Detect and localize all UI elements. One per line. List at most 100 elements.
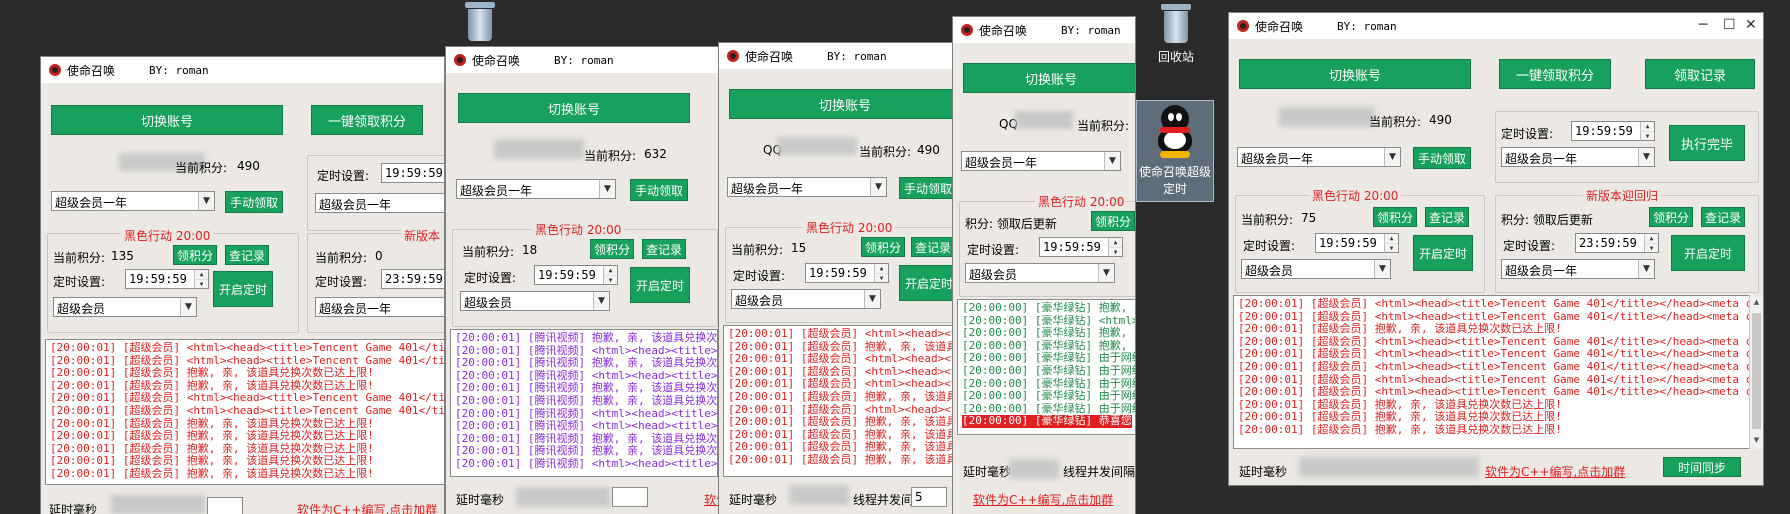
member-select[interactable]: 超级会员 ▼ — [731, 289, 881, 309]
switch-account-button[interactable]: 切换账号 — [51, 105, 283, 135]
member-select-2[interactable]: 超级会员一年 — [315, 193, 444, 213]
member-select[interactable]: 超级会员一年 ▼ — [1501, 147, 1655, 167]
member-select[interactable]: 超级会员 ▼ — [1241, 259, 1391, 279]
time-sync-button[interactable]: 时间同步 — [1663, 457, 1741, 477]
join-group-link[interactable]: 软件为C++编写,点击加群 — [297, 501, 437, 514]
timer-time-input[interactable]: 23:59:59 ▲ ▼ — [1575, 233, 1659, 253]
member-select[interactable]: 超级会员 ▼ — [460, 291, 610, 311]
start-timer-button[interactable]: 开启定时 — [213, 271, 273, 307]
claim-points-button[interactable]: 领积分 — [861, 237, 905, 257]
close-icon[interactable]: ✕ — [1745, 17, 1757, 33]
delay-label: 延时毫秒 — [729, 493, 778, 507]
timer-label: 定时设置: — [53, 275, 106, 289]
scroll-thumb[interactable] — [1752, 313, 1761, 429]
author-label: BY: roman — [827, 49, 887, 63]
timer-time-input[interactable]: 19:59:59 ▲ ▼ — [805, 263, 889, 283]
title-bar[interactable]: 使命召唤 BY: roman — [446, 47, 719, 73]
timer-label: 定时设置: — [1503, 239, 1556, 253]
log-panel[interactable]: [20:00:01] [超级会员] <html><head><title>Ten… — [723, 325, 953, 477]
scroll-up-icon[interactable]: ▲ — [1750, 295, 1763, 309]
claim-points-button[interactable]: 领积分 — [1373, 207, 1417, 227]
start-timer-button[interactable]: 开启定时 — [1671, 235, 1745, 271]
one-click-claim-button[interactable]: 一键领取积分 — [311, 105, 423, 135]
points-after-label: 积分: 领取后更新 — [1501, 213, 1593, 227]
member-select[interactable]: 超级会员一年 ▼ — [51, 191, 215, 211]
member-select[interactable]: 超级会员一年 ▼ — [1237, 147, 1401, 167]
qq-number-redacted — [777, 137, 857, 155]
black-action-title: 黑色行动 20:00 — [532, 221, 625, 238]
log-panel[interactable]: [20:00:01] [超级会员] <html><head><title>Ten… — [45, 339, 445, 485]
member-select[interactable]: 超级会员一年 ▼ — [727, 177, 887, 197]
switch-account-button[interactable]: 切换账号 — [963, 63, 1135, 93]
manual-claim-button[interactable]: 手动领取 — [225, 191, 283, 213]
check-records-button[interactable]: 查记录 — [1701, 207, 1745, 227]
member-select-3[interactable]: 超级会员一年 — [315, 297, 444, 317]
shortcut-label: 使命召唤超级定时 — [1139, 165, 1212, 196]
timer-time-input[interactable]: 19:59:59 ▲ ▼ — [1571, 121, 1655, 141]
timer-time-input[interactable]: 23:59:59 — [381, 269, 444, 289]
black-action-title: 黑色行动 20:00 — [1309, 187, 1402, 204]
points-label: 当前积分: — [1241, 213, 1294, 227]
switch-account-button[interactable]: 切换账号 — [458, 93, 690, 123]
manual-claim-button[interactable]: 手动领取 — [899, 177, 953, 199]
member-select[interactable]: 超级会员一年 ▼ — [1501, 259, 1655, 279]
timer-time-input[interactable]: 19:59:59 — [381, 163, 444, 183]
start-timer-button[interactable]: 开启定时 — [630, 267, 690, 303]
maximize-icon[interactable]: ☐ — [1723, 17, 1736, 33]
points-value: 490 — [1429, 113, 1452, 127]
start-timer-button[interactable]: 开启定时 — [899, 265, 953, 301]
recycle-bin-icon-2[interactable]: 回收站 — [1136, 2, 1216, 65]
delay-label: 延时毫秒 — [49, 503, 98, 514]
member-select[interactable]: 超级会员一年 ▼ — [961, 151, 1121, 171]
check-records-button[interactable]: 查记录 — [225, 245, 269, 265]
timer-time-input[interactable]: 19:59:59 ▲ ▼ — [534, 265, 618, 285]
check-records-button[interactable]: 查记录 — [911, 237, 953, 257]
start-timer-button[interactable]: 开启定时 — [1413, 235, 1473, 271]
title-bar[interactable]: 使命召唤 BY: roman ─ ☐ ✕ — [1229, 13, 1763, 39]
log-line: [20:00:00] [豪华绿钻] 抱歉, 亲, 该道具兑换次数已达上限! — [962, 326, 1135, 340]
member-select[interactable]: 超级会员 ▼ — [965, 263, 1115, 283]
one-click-claim-button[interactable]: 一键领取积分 — [1499, 59, 1611, 89]
chevron-down-icon: ▼ — [1098, 264, 1114, 282]
timer-time-input[interactable]: 19:59:59 ▲ ▼ — [1315, 233, 1399, 253]
scroll-down-icon[interactable]: ▼ — [1750, 433, 1763, 447]
member-select[interactable]: 超级会员 ▼ — [53, 297, 197, 317]
log-line: [20:00:01] [超级会员] 抱歉, 亲, 该道具兑换次数已达上限! — [50, 366, 374, 380]
title-bar[interactable]: 使命召唤 BY: roman — [719, 43, 953, 69]
switch-account-button[interactable]: 切换账号 — [1239, 59, 1471, 89]
thread-input[interactable]: 5 — [911, 487, 947, 507]
check-records-button[interactable]: 查记录 — [642, 239, 686, 259]
delay-field-redacted — [1009, 459, 1059, 479]
app-logo-icon — [961, 24, 973, 36]
join-group-link[interactable]: 软件为C++编写,点击加群 — [973, 491, 1113, 508]
black-action-title: 黑色行动 20:00 — [121, 227, 214, 244]
claim-points-button[interactable]: 领积分 — [590, 239, 634, 259]
minimize-icon[interactable]: ─ — [1699, 17, 1707, 33]
timer-time-input[interactable]: 19:59:59 ▲ ▼ — [1039, 237, 1123, 257]
log-scrollbar[interactable]: ▲ ▼ — [1749, 295, 1763, 449]
delay-input[interactable] — [612, 487, 648, 507]
log-line: [20:00:00] [豪华绿钻] 恭喜您获得 — [962, 414, 1136, 428]
log-panel[interactable]: [20:00:00] [豪华绿钻] 抱歉, 亲, 该道具兑换次数已达上限! [20… — [957, 299, 1136, 435]
manual-claim-button[interactable]: 手动领取 — [1413, 147, 1471, 169]
timer-done-button[interactable]: 执行完毕 — [1669, 125, 1745, 161]
member-select[interactable]: 超级会员一年 ▼ — [456, 179, 616, 199]
switch-account-button[interactable]: 切换账号 — [729, 89, 953, 119]
title-bar[interactable]: 使命召唤 BY: roman — [953, 17, 1135, 43]
claim-points-button[interactable]: 领积分 — [1649, 207, 1693, 227]
manual-claim-button[interactable]: 手动领取 — [630, 179, 688, 201]
claim-points-button[interactable]: 领积分 — [1091, 211, 1135, 231]
log-panel[interactable]: [20:00:01] [超级会员] <html><head><title>Ten… — [1233, 295, 1751, 449]
points-value: 0 — [375, 249, 383, 263]
log-line: [20:00:01] [超级会员] <html><head><title>Ten… — [50, 341, 445, 354]
title-bar[interactable]: 使命召唤 BY: roman — [41, 57, 444, 83]
delay-input[interactable] — [207, 497, 243, 514]
join-group-link[interactable]: 软件为C++编写,点击加群 — [1485, 463, 1625, 480]
timer-time-input[interactable]: 19:59:59 ▲ ▼ — [125, 269, 209, 289]
shortcut-icon[interactable]: 使命召唤超级定时 — [1136, 100, 1214, 202]
trash-icon — [1159, 2, 1193, 44]
check-records-button[interactable]: 查记录 — [1425, 207, 1469, 227]
claim-records-button[interactable]: 领取记录 — [1645, 59, 1755, 89]
log-panel[interactable]: [20:00:01] [腾讯视频] 抱歉, 亲, 该道具兑换次数已达上限! [20… — [450, 329, 718, 477]
claim-points-button[interactable]: 领积分 — [173, 245, 217, 265]
